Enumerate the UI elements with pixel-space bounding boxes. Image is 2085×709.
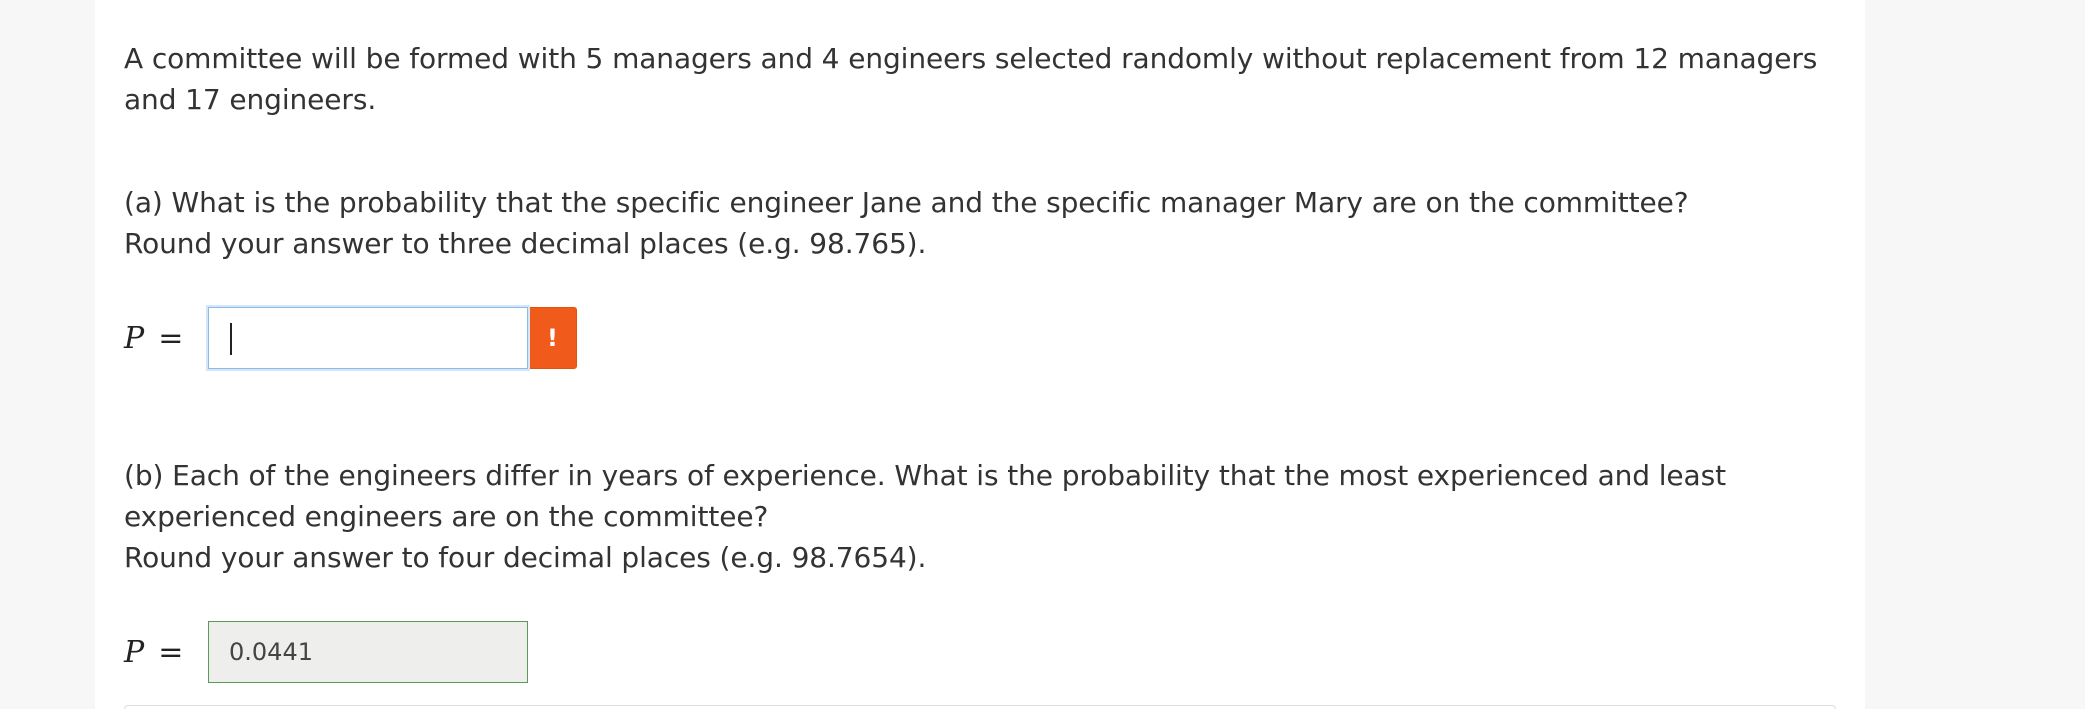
part-b-prompt: (b) Each of the engineers differ in year… (124, 459, 1726, 533)
part-b-text: (b) Each of the engineers differ in year… (124, 455, 1834, 578)
question-intro: A committee will be formed with 5 manage… (124, 42, 1818, 116)
next-panel-edge (124, 705, 1836, 709)
part-a-variable: P (124, 320, 145, 356)
question-card: A committee will be formed with 5 manage… (95, 0, 1865, 709)
part-a-answer-row: P = ! (124, 307, 577, 369)
exclamation-icon[interactable]: ! (528, 307, 577, 369)
part-b-answer-input[interactable]: 0.0441 (208, 621, 528, 683)
text-caret (230, 323, 232, 355)
part-a-equals: = (158, 320, 184, 356)
part-b-answer-row: P = 0.0441 (124, 621, 528, 683)
part-a-prompt: (a) What is the probability that the spe… (124, 186, 1689, 219)
part-a-instruction: Round your answer to three decimal place… (124, 227, 927, 260)
part-a-variable-label: P = (124, 321, 208, 356)
part-a-text: (a) What is the probability that the spe… (124, 182, 1834, 264)
part-b-equals: = (158, 634, 184, 670)
part-b-variable: P (124, 634, 145, 670)
part-b-instruction: Round your answer to four decimal places… (124, 541, 927, 574)
part-b-variable-label: P = (124, 635, 208, 670)
part-a-answer-input[interactable] (208, 307, 528, 369)
